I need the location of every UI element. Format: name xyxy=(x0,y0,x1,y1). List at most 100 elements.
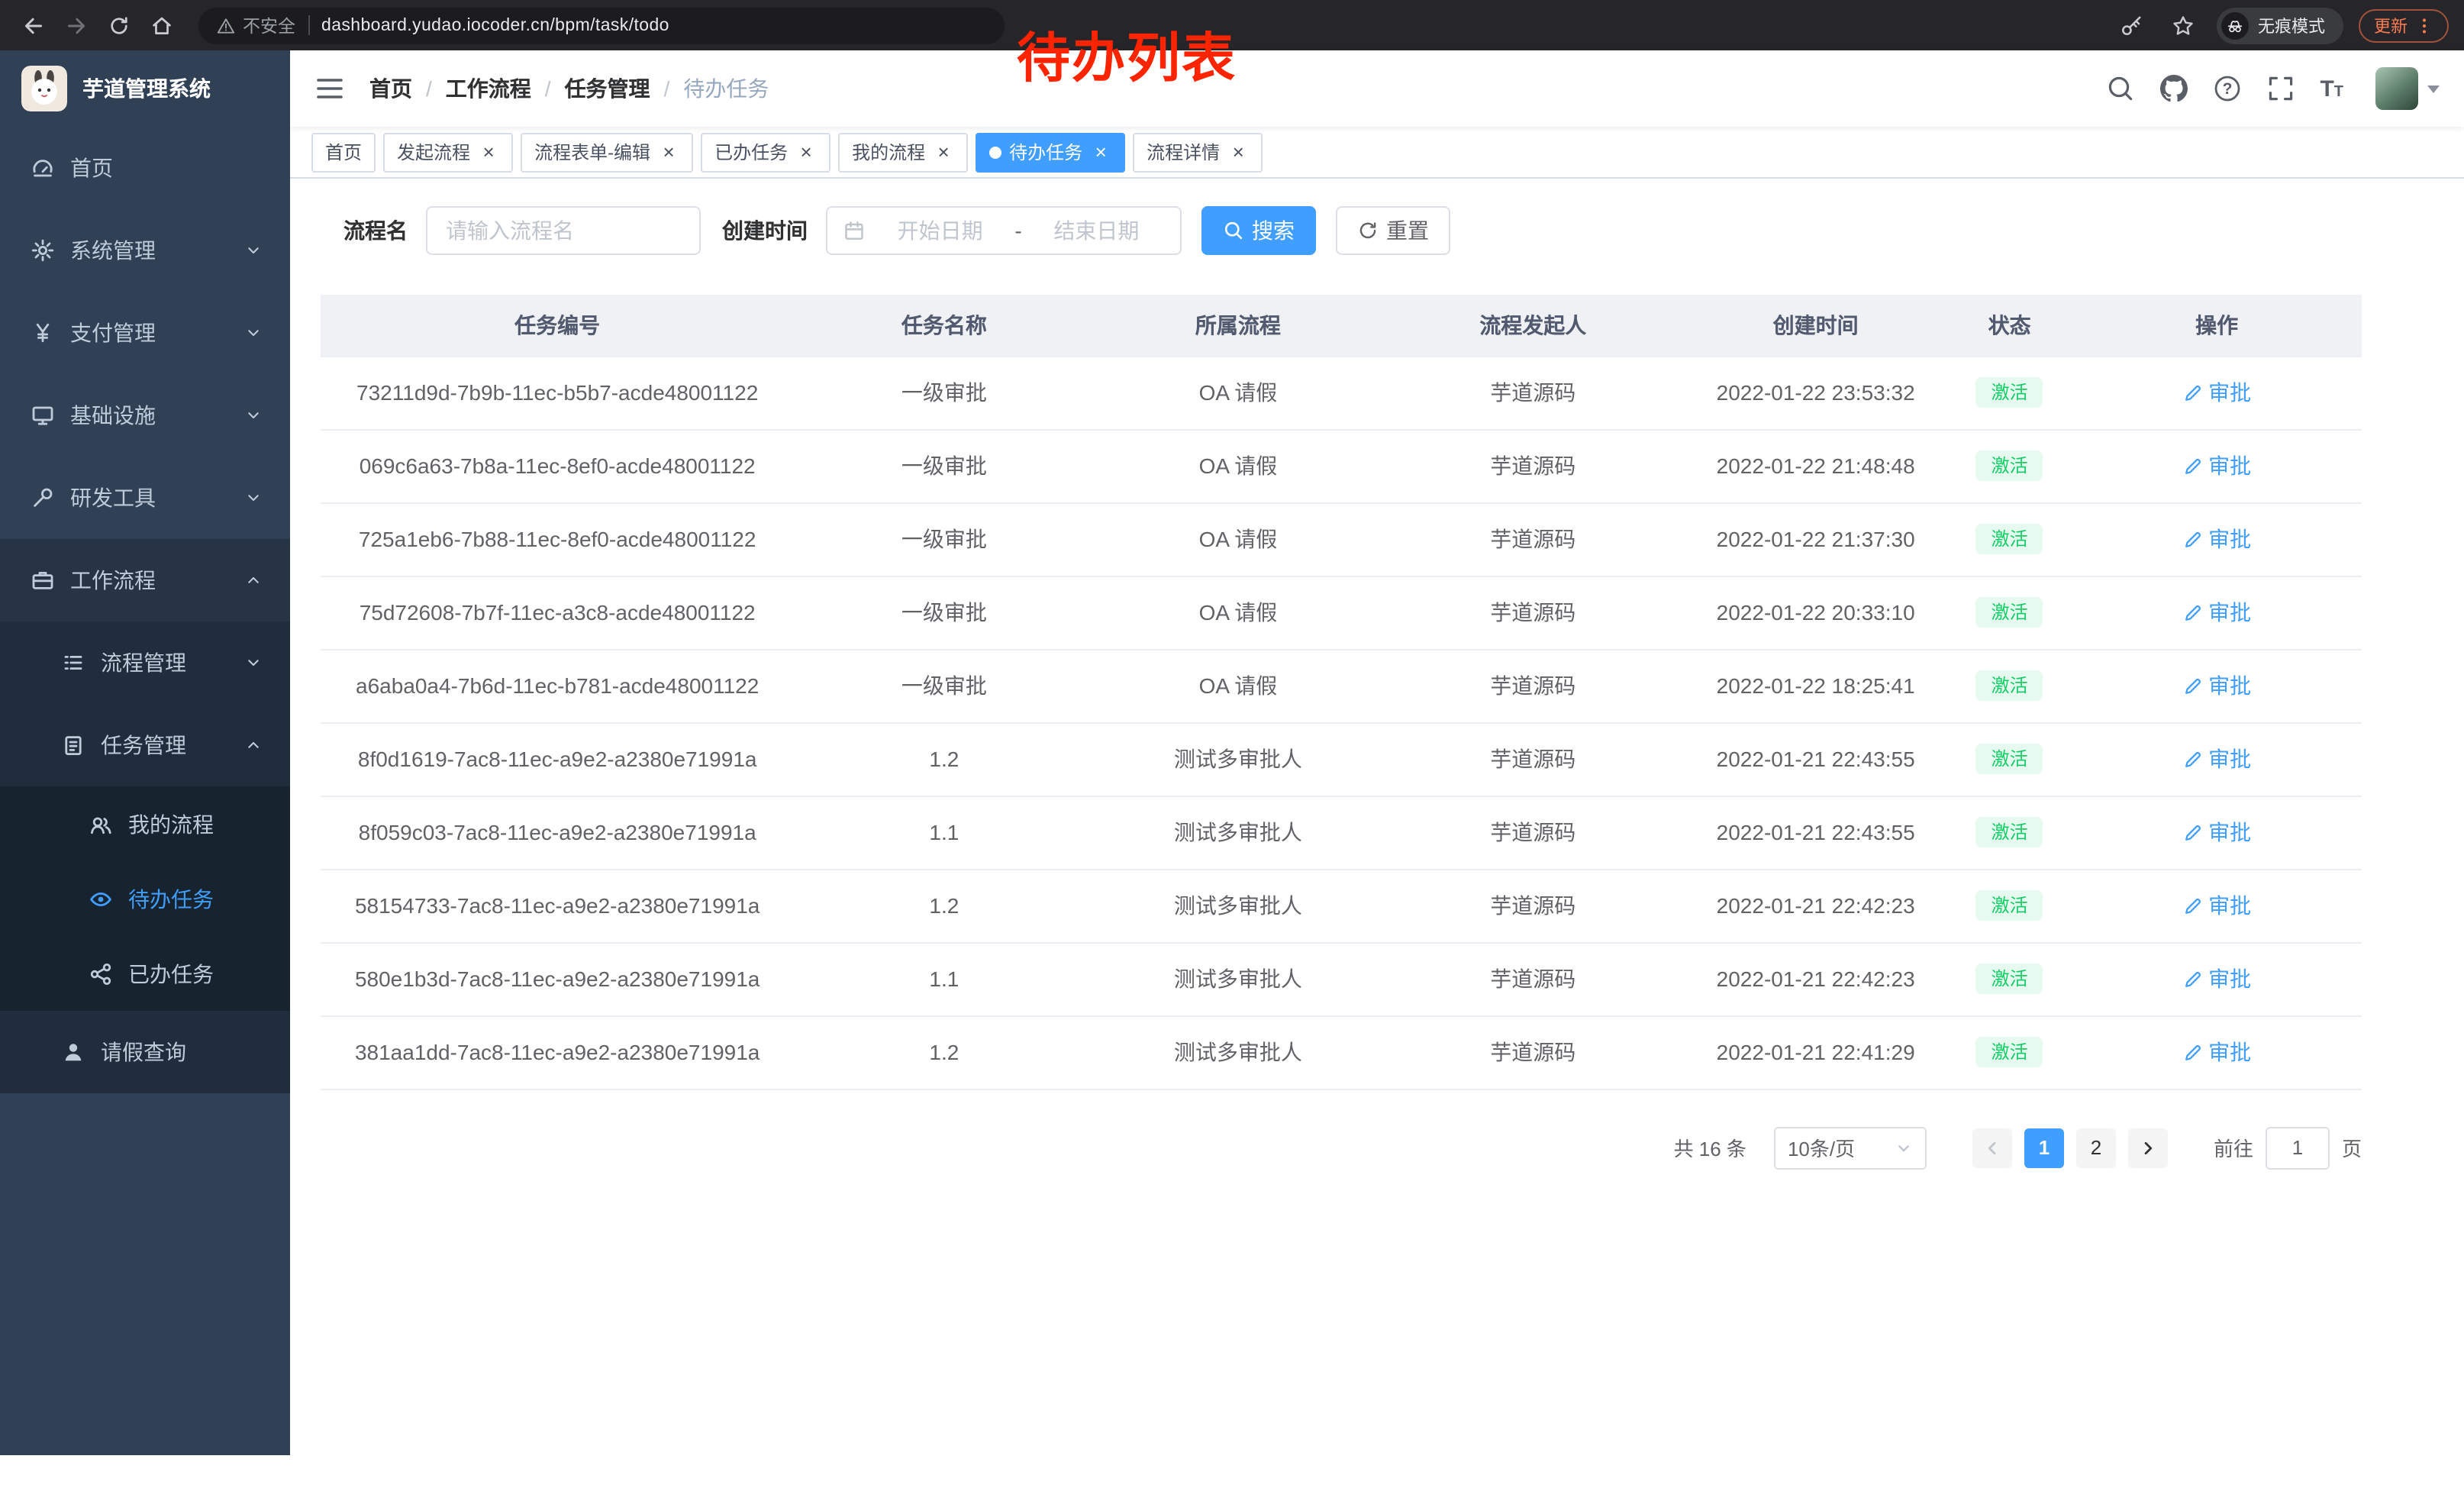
approve-link[interactable]: 审批 xyxy=(2182,1037,2251,1067)
cell-initiator: 芋道源码 xyxy=(1382,942,1684,1015)
chevron-down-icon xyxy=(244,406,263,424)
github-icon[interactable] xyxy=(2159,75,2187,102)
sidebar-item[interactable]: 工作流程 xyxy=(0,539,290,621)
reset-button[interactable]: 重置 xyxy=(1336,206,1450,255)
sidebar-item[interactable]: 首页 xyxy=(0,127,290,209)
incognito-badge[interactable]: 无痕模式 xyxy=(2217,7,2343,44)
password-key-icon[interactable] xyxy=(2113,7,2150,44)
edit-icon xyxy=(2182,383,2202,402)
home-button[interactable] xyxy=(144,7,180,44)
cell-action: 审批 xyxy=(2072,649,2362,722)
approve-link[interactable]: 审批 xyxy=(2182,377,2251,408)
sidebar-item[interactable]: 流程管理 xyxy=(0,621,290,704)
page-button-2[interactable]: 2 xyxy=(2076,1128,2116,1167)
cell-created: 2022-01-21 22:42:23 xyxy=(1684,942,1947,1015)
cell-created: 2022-01-22 21:48:48 xyxy=(1684,429,1947,502)
cell-process: 测试多审批人 xyxy=(1094,869,1382,942)
create-time-label: 创建时间 xyxy=(722,215,808,246)
cell-task-name: 1.1 xyxy=(794,942,1094,1015)
process-name-input[interactable]: 请输入流程名 xyxy=(426,206,701,255)
update-button[interactable]: 更新 xyxy=(2359,8,2449,42)
tab-item[interactable]: 我的流程× xyxy=(838,132,968,172)
tab-label: 流程详情 xyxy=(1147,139,1220,165)
approve-link[interactable]: 审批 xyxy=(2182,524,2251,554)
breadcrumb-item-task-mgmt[interactable]: 任务管理 xyxy=(565,73,650,104)
user-avatar[interactable] xyxy=(2375,67,2440,110)
prev-page-button[interactable] xyxy=(1972,1128,2012,1167)
help-icon[interactable]: ? xyxy=(2213,75,2240,102)
divider xyxy=(308,15,309,35)
hamburger-icon[interactable] xyxy=(314,73,345,104)
close-icon[interactable]: × xyxy=(658,141,679,163)
sidebar-item[interactable]: 系统管理 xyxy=(0,209,290,292)
forward-button[interactable] xyxy=(58,7,95,44)
cell-process: 测试多审批人 xyxy=(1094,722,1382,796)
back-button[interactable] xyxy=(15,7,52,44)
tab-item[interactable]: 发起流程 × xyxy=(383,132,513,172)
top-navbar: 首页 / 工作流程 / 任务管理 / 待办任务 ? xyxy=(290,50,2464,127)
sidebar-item[interactable]: 研发工具 xyxy=(0,457,290,539)
breadcrumb-item-home[interactable]: 首页 xyxy=(369,73,412,104)
search-button[interactable]: 搜索 xyxy=(1201,206,1316,255)
tab-label: 发起流程 xyxy=(397,139,470,165)
approve-link[interactable]: 审批 xyxy=(2182,450,2251,481)
sidebar-item[interactable]: 我的流程 xyxy=(0,786,290,861)
bookmark-star-icon[interactable] xyxy=(2165,7,2201,44)
approve-link[interactable]: 审批 xyxy=(2182,817,2251,847)
reload-button[interactable] xyxy=(101,7,137,44)
approve-link[interactable]: 审批 xyxy=(2182,890,2251,921)
cell-action: 审批 xyxy=(2072,942,2362,1015)
tab-item[interactable]: 已办任务× xyxy=(701,132,830,172)
page-size-value: 10条/页 xyxy=(1788,1133,1855,1162)
cell-action: 审批 xyxy=(2072,356,2362,429)
security-status[interactable]: 不安全 xyxy=(217,13,295,37)
close-icon[interactable]: × xyxy=(795,141,817,163)
close-icon[interactable]: × xyxy=(1227,141,1249,163)
page-size-select[interactable]: 10条/页 xyxy=(1774,1126,1927,1169)
sidebar-item[interactable]: 已办任务 xyxy=(0,936,290,1011)
edit-icon xyxy=(2182,969,2202,989)
approve-link[interactable]: 审批 xyxy=(2182,964,2251,994)
close-icon[interactable]: × xyxy=(933,141,954,163)
search-icon[interactable] xyxy=(2106,75,2133,102)
sidebar-item[interactable]: 支付管理 xyxy=(0,292,290,374)
app-logo-row[interactable]: 芋道管理系统 xyxy=(0,50,290,127)
address-bar[interactable]: 不安全 dashboard.yudao.iocoder.cn/bpm/task/… xyxy=(198,7,1005,44)
sidebar-item-label: 请假查询 xyxy=(101,1037,186,1067)
breadcrumb-item-workflow[interactable]: 工作流程 xyxy=(446,73,531,104)
approve-link[interactable]: 审批 xyxy=(2182,597,2251,628)
cell-process: OA 请假 xyxy=(1094,502,1382,576)
page-content: 流程名 请输入流程名 创建时间 开始日期 - 结 xyxy=(290,179,2464,1455)
approve-link[interactable]: 审批 xyxy=(2182,744,2251,774)
tab-item[interactable]: 待办任务× xyxy=(976,132,1125,172)
create-time-filter: 创建时间 开始日期 - 结束日期 xyxy=(722,206,1182,255)
tab-item[interactable]: 首页 xyxy=(311,132,376,172)
sidebar-item[interactable]: 待办任务 xyxy=(0,861,290,936)
goto-page-input[interactable]: 1 xyxy=(2266,1126,2330,1169)
date-range-picker[interactable]: 开始日期 - 结束日期 xyxy=(826,206,1182,255)
fullscreen-icon[interactable] xyxy=(2266,75,2294,102)
close-icon[interactable]: × xyxy=(1090,141,1111,163)
cell-status: 激活 xyxy=(1947,796,2072,869)
next-page-button[interactable] xyxy=(2128,1128,2168,1167)
edit-icon xyxy=(2182,1042,2202,1062)
cell-status: 激活 xyxy=(1947,1015,2072,1089)
sidebar-item[interactable]: 任务管理 xyxy=(0,704,290,786)
font-size-icon[interactable]: TT xyxy=(2320,77,2343,100)
sidebar-item[interactable]: 基础设施 xyxy=(0,374,290,457)
sidebar-item[interactable]: 请假查询 xyxy=(0,1011,290,1093)
sidebar-item-label: 已办任务 xyxy=(128,958,214,989)
cell-status: 激活 xyxy=(1947,576,2072,649)
chevron-down-icon xyxy=(244,241,263,260)
cell-initiator: 芋道源码 xyxy=(1382,502,1684,576)
approve-link[interactable]: 审批 xyxy=(2182,670,2251,701)
page-button-1[interactable]: 1 xyxy=(2024,1128,2064,1167)
close-icon[interactable]: × xyxy=(478,141,499,163)
status-badge: 激活 xyxy=(1976,817,2043,847)
cell-status: 激活 xyxy=(1947,649,2072,722)
table-row: 580e1b3d-7ac8-11ec-a9e2-a2380e71991a1.1测… xyxy=(321,942,2362,1015)
workflow-icon xyxy=(31,568,55,592)
tab-item[interactable]: 流程表单-编辑× xyxy=(521,132,693,172)
cell-process: 测试多审批人 xyxy=(1094,942,1382,1015)
tab-item[interactable]: 流程详情 × xyxy=(1133,132,1263,172)
